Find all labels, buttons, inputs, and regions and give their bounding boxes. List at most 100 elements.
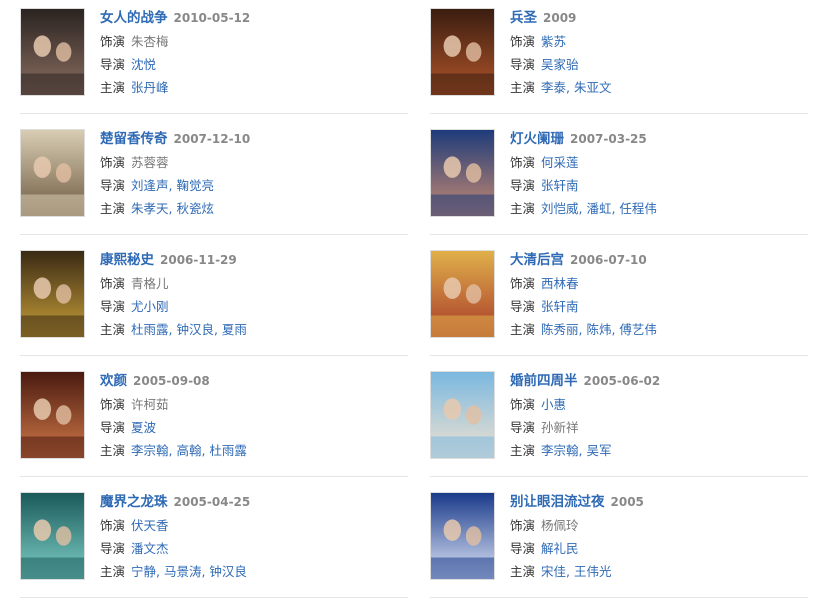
cast-value[interactable]: 宁静, 马景涛, 钟汉良 (131, 564, 247, 579)
poster-art (21, 130, 84, 216)
role-label: 饰演 (100, 276, 126, 291)
drama-title-link[interactable]: 康熙秘史 (100, 252, 154, 268)
director-row: 导演 夏波 (100, 416, 418, 439)
poster-bingsheng[interactable] (430, 8, 495, 96)
poster-denghuo-lanshan[interactable] (430, 129, 495, 217)
release-date: 2007-12-10 (173, 132, 251, 146)
role-row: 饰演 伏天香 (100, 514, 418, 537)
cast-row: 主演 宁静, 马景涛, 钟汉良 (100, 560, 418, 583)
cast-label: 主演 (100, 564, 126, 579)
cast-value[interactable]: 张丹峰 (131, 80, 169, 95)
drama-card: 康熙秘史 2006-11-29 饰演 青格儿 导演 尤小刚 主演 杜雨露, 钟汉良, 夏… (20, 250, 418, 360)
cast-row: 主演 刘恺威, 潘虹, 任程伟 (510, 197, 828, 220)
director-row: 导演 孙新祥 (510, 416, 828, 439)
director-label: 导演 (100, 420, 126, 435)
cast-value[interactable]: 朱孝天, 秋瓷炫 (131, 201, 214, 216)
cast-label: 主演 (510, 443, 536, 458)
drama-title-link[interactable]: 兵圣 (510, 10, 537, 26)
director-label: 导演 (100, 299, 126, 314)
cast-label: 主演 (510, 80, 536, 95)
cast-value[interactable]: 李泰, 朱亚文 (541, 80, 611, 95)
poster-art (431, 372, 494, 458)
poster-bierang-yanlei[interactable] (430, 492, 495, 580)
director-value[interactable]: 尤小刚 (131, 299, 169, 314)
director-label: 导演 (100, 57, 126, 72)
director-value[interactable]: 夏波 (131, 420, 156, 435)
row-divider (20, 476, 408, 477)
poster-chuliuxiang[interactable] (20, 129, 85, 217)
drama-title-link[interactable]: 灯火阑珊 (510, 131, 564, 147)
role-value: 杨佩玲 (541, 518, 579, 533)
role-label: 饰演 (100, 34, 126, 49)
role-row: 饰演 杨佩玲 (510, 514, 828, 537)
drama-card: 婚前四周半 2005-06-02 饰演 小惠 导演 孙新祥 主演 李宗翰, 吴军 (430, 371, 828, 481)
director-value[interactable]: 张轩南 (541, 178, 579, 193)
cast-value[interactable]: 李宗翰, 吴军 (541, 443, 611, 458)
poster-mojie-zhi-longzhu[interactable] (20, 492, 85, 580)
director-row: 导演 张轩南 (510, 174, 828, 197)
role-label: 饰演 (100, 397, 126, 412)
release-date: 2010-05-12 (173, 11, 251, 25)
poster-daqing-hougong[interactable] (430, 250, 495, 338)
poster-art (431, 251, 494, 337)
poster-art (431, 493, 494, 579)
role-label: 饰演 (510, 155, 536, 170)
cast-label: 主演 (510, 201, 536, 216)
poster-kangxi-mishi[interactable] (20, 250, 85, 338)
director-label: 导演 (510, 420, 536, 435)
drama-title-link[interactable]: 大清后宫 (510, 252, 564, 268)
director-value[interactable]: 沈悦 (131, 57, 156, 72)
director-value[interactable]: 张轩南 (541, 299, 579, 314)
row-divider (20, 113, 408, 114)
poster-art (21, 251, 84, 337)
drama-title-link[interactable]: 魔界之龙珠 (100, 494, 168, 510)
director-value[interactable]: 潘文杰 (131, 541, 169, 556)
release-date: 2009 (543, 11, 577, 25)
release-date: 2005-09-08 (133, 374, 210, 388)
role-value: 紫苏 (541, 34, 567, 49)
poster-nuren-de-zhanzheng[interactable] (20, 8, 85, 96)
cast-value[interactable]: 陈秀丽, 陈炜, 傅艺伟 (541, 322, 657, 337)
drama-title-link[interactable]: 婚前四周半 (510, 373, 578, 389)
role-value: 苏蓉蓉 (131, 155, 169, 170)
role-label: 饰演 (510, 518, 536, 533)
release-date: 2006-11-29 (160, 253, 237, 267)
drama-title-link[interactable]: 女人的战争 (100, 10, 168, 26)
cast-label: 主演 (100, 443, 126, 458)
cast-value[interactable]: 刘恺威, 潘虹, 任程伟 (541, 201, 657, 216)
director-row: 导演 尤小刚 (100, 295, 418, 318)
drama-card: 兵圣 2009 饰演 紫苏 导演 吴家骀 主演 李泰, 朱亚文 (430, 8, 828, 118)
role-row: 饰演 紫苏 (510, 30, 828, 53)
director-value[interactable]: 解礼民 (541, 541, 579, 556)
drama-title-link[interactable]: 别让眼泪流过夜 (510, 494, 605, 510)
cast-label: 主演 (510, 322, 536, 337)
drama-card: 别让眼泪流过夜 2005 饰演 杨佩玲 导演 解礼民 主演 宋佳, 王伟光 (430, 492, 828, 602)
drama-title-link[interactable]: 欢颜 (100, 373, 127, 389)
poster-huanyan[interactable] (20, 371, 85, 459)
role-row: 饰演 何采莲 (510, 151, 828, 174)
cast-value[interactable]: 李宗翰, 高翰, 杜雨露 (131, 443, 247, 458)
release-date: 2005-06-02 (583, 374, 661, 388)
director-row: 导演 沈悦 (100, 53, 418, 76)
cast-label: 主演 (100, 322, 126, 337)
role-row: 饰演 小惠 (510, 393, 828, 416)
release-date: 2005 (610, 495, 644, 509)
drama-card: 灯火阑珊 2007-03-25 饰演 何采莲 导演 张轩南 主演 刘恺威, 潘虹, 任程… (430, 129, 828, 239)
cast-value[interactable]: 宋佳, 王伟光 (541, 564, 611, 579)
drama-card: 欢颜 2005-09-08 饰演 许柯茹 导演 夏波 主演 李宗翰, 高翰, 杜雨露 (20, 371, 418, 481)
row-divider (20, 234, 408, 235)
role-row: 饰演 朱杏梅 (100, 30, 418, 53)
cast-label: 主演 (100, 201, 126, 216)
director-value[interactable]: 吴家骀 (541, 57, 579, 72)
cast-label: 主演 (100, 80, 126, 95)
director-row: 导演 张轩南 (510, 295, 828, 318)
drama-title-link[interactable]: 楚留香传奇 (100, 131, 168, 147)
director-value[interactable]: 孙新祥 (541, 420, 579, 435)
cast-row: 主演 李宗翰, 高翰, 杜雨露 (100, 439, 418, 462)
poster-hunqian-sizhouban[interactable] (430, 371, 495, 459)
cast-value[interactable]: 杜雨露, 钟汉良, 夏雨 (131, 322, 247, 337)
director-label: 导演 (510, 299, 536, 314)
role-value: 何采莲 (541, 155, 579, 170)
poster-art (431, 9, 494, 95)
director-value[interactable]: 刘逢声, 鞠觉亮 (131, 178, 214, 193)
